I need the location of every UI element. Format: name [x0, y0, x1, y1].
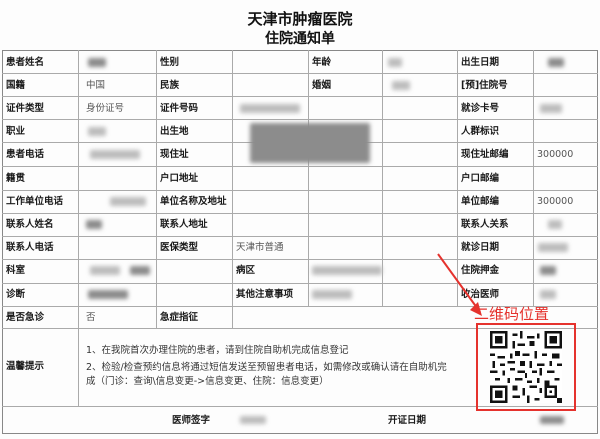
label-warm-tips: 温馨提示: [6, 361, 45, 372]
col-line-7: [533, 50, 534, 306]
row-line-7: [2, 213, 598, 214]
value-id-type: 身份证号: [86, 103, 125, 114]
table-top-line: [2, 50, 598, 51]
row-line-3: [2, 119, 598, 120]
label-birthplace: 出生地: [160, 126, 189, 137]
label-occupation: 职业: [6, 126, 26, 137]
redacted-deposit: [540, 266, 556, 275]
redacted-birthdate: [548, 58, 564, 67]
admission-notice: 天津市肿瘤医院 住院通知单 患者姓名 性别 年龄 出生日期 国籍 中国 民族 婚…: [0, 0, 600, 439]
label-nationality: 国籍: [6, 80, 26, 91]
redacted-age: [388, 58, 402, 67]
value-nationality: 中国: [86, 80, 106, 91]
row-line-1: [2, 73, 598, 74]
label-work-name-address: 单位名称及地址: [160, 196, 227, 207]
row-line-8: [2, 236, 598, 237]
label-ward: 病区: [236, 265, 256, 276]
redacted-patient-phone: [90, 150, 140, 159]
label-id-number: 证件号码: [160, 103, 199, 114]
col-line-3: [232, 50, 233, 328]
label-issue-date: 开证日期: [388, 415, 427, 426]
label-department: 科室: [6, 265, 26, 276]
label-crowd-tag: 人群标识: [461, 126, 500, 137]
redacted-visit-card: [540, 104, 562, 113]
label-contact-name: 联系人姓名: [6, 219, 54, 230]
label-insurance-type: 医保类型: [160, 242, 199, 253]
label-marital: 婚姻: [312, 80, 332, 91]
value-is-emergency: 否: [86, 312, 96, 323]
label-birthdate: 出生日期: [461, 57, 500, 68]
label-work-zip: 单位邮编: [461, 196, 500, 207]
redacted-signature: [240, 416, 266, 424]
redacted-department: [90, 266, 120, 275]
row-line-9: [2, 259, 598, 260]
tip-line-2: 2、检验/检查预约信息将通过短信发送至预留患者电话，如需修改或确认请在自助机完成…: [86, 362, 447, 387]
label-current-zip: 现住址邮编: [461, 149, 509, 160]
label-hukou-zip: 户口邮编: [461, 173, 500, 184]
label-id-type: 证件类型: [6, 103, 45, 114]
redacted-contact-name: [86, 220, 102, 229]
redacted-doctor: [540, 290, 556, 299]
value-current-zip: 300000: [537, 149, 574, 160]
label-hukou-address: 户口地址: [160, 173, 199, 184]
label-native-place: 籍贯: [6, 173, 26, 184]
row-line-6: [2, 190, 598, 191]
redacted-work-phone: [110, 197, 146, 206]
col-line-5: [382, 50, 383, 306]
redacted-contact-relation: [548, 220, 562, 229]
redacted-diagnosis: [88, 290, 128, 299]
label-pre-admission-no: [预]住院号: [461, 80, 508, 91]
redacted-name: [88, 58, 106, 67]
redacted-other-notes: [312, 290, 352, 299]
redacted-issue-date: [540, 416, 564, 424]
label-is-emergency: 是否急诊: [6, 312, 45, 323]
label-ethnicity: 民族: [160, 80, 180, 91]
row-line-10: [2, 283, 598, 284]
label-gender: 性别: [160, 57, 180, 68]
redacted-department-2: [130, 266, 150, 275]
row-line-2: [2, 96, 598, 97]
redacted-visit-date: [538, 243, 568, 252]
label-current-address: 现住址: [160, 149, 189, 160]
redacted-id-number: [240, 104, 300, 113]
label-contact-phone: 联系人电话: [6, 242, 54, 253]
label-visit-card: 就诊卡号: [461, 103, 500, 114]
document-title: 住院通知单: [265, 31, 335, 47]
label-contact-relation: 联系人关系: [461, 219, 509, 230]
label-doctor-signature: 医师签字: [172, 415, 211, 426]
label-other-notes: 其他注意事项: [236, 289, 294, 300]
hospital-name: 天津市肿瘤医院: [247, 10, 353, 28]
redacted-birthplace-address: [250, 123, 370, 163]
label-name: 患者姓名: [6, 57, 45, 68]
label-work-phone: 工作单位电话: [6, 196, 64, 207]
redacted-ward: [312, 266, 382, 275]
redacted-occupation: [88, 127, 106, 136]
label-age: 年龄: [312, 57, 332, 68]
redacted-marital: [392, 81, 410, 90]
col-line-4: [308, 50, 309, 306]
label-diagnosis: 诊断: [6, 289, 26, 300]
qr-code-icon: [490, 331, 562, 403]
row-line-5: [2, 166, 598, 167]
col-line-1: [78, 50, 79, 406]
qr-code-highlight-box: [476, 323, 576, 411]
warm-tips-text: 1、在我院首次办理住院的患者，请到住院自助机完成信息登记 2、检验/检查预约信息…: [86, 344, 456, 392]
value-insurance-type: 天津市普通: [236, 242, 284, 253]
tip-line-1: 1、在我院首次办理住院的患者，请到住院自助机完成信息登记: [86, 345, 349, 356]
label-contact-address: 联系人地址: [160, 219, 208, 230]
qr-position-label: 二维码位置: [474, 305, 550, 323]
label-emergency-indication: 急症指征: [160, 312, 199, 323]
label-patient-phone: 患者电话: [6, 149, 45, 160]
value-work-zip: 300000: [537, 196, 574, 207]
col-line-2: [156, 50, 157, 328]
